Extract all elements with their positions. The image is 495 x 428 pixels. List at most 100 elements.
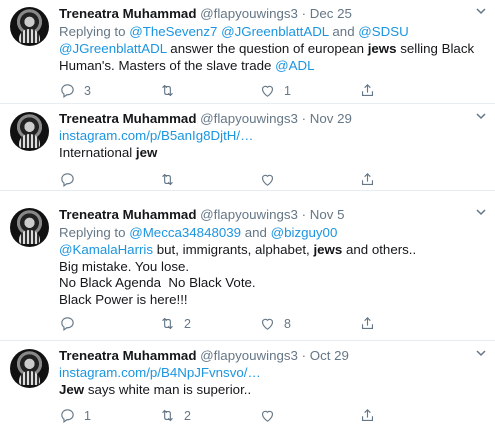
mention-link[interactable]: @KamalaHarris xyxy=(59,242,153,257)
like-button[interactable] xyxy=(259,171,359,188)
reply-icon xyxy=(61,317,74,332)
like-count: 1 xyxy=(284,83,291,98)
user-handle[interactable]: @flapyouwings3 xyxy=(200,111,298,126)
text-line: Black Power is here!!! xyxy=(59,291,188,307)
share-icon xyxy=(361,317,374,330)
separator: · xyxy=(301,6,307,21)
retweet-icon xyxy=(162,409,173,422)
display-name[interactable]: Treneatra Muhammad xyxy=(59,348,196,363)
share-button[interactable] xyxy=(359,315,399,332)
share-icon xyxy=(361,84,374,97)
tweet-actions xyxy=(59,171,419,188)
tweet-content: Treneatra Muhammad @flapyouwings3 · Dec … xyxy=(59,5,487,74)
text-span: and others.. xyxy=(342,242,417,257)
like-button[interactable] xyxy=(259,407,359,424)
display-name[interactable]: Treneatra Muhammad xyxy=(59,6,196,21)
tweet-content: Treneatra Muhammad @flapyouwings3 · Oct … xyxy=(59,347,487,398)
mention-link[interactable]: @ADL xyxy=(275,58,314,73)
separator: · xyxy=(301,111,307,126)
chevron-down-icon[interactable] xyxy=(475,206,487,218)
chevron-down-icon[interactable] xyxy=(475,347,487,359)
tweet[interactable]: Treneatra Muhammad @flapyouwings3 · Nov … xyxy=(0,105,495,191)
user-handle[interactable]: @flapyouwings3 xyxy=(200,207,298,222)
reply-icon xyxy=(61,173,74,188)
highlighted-term: jews xyxy=(313,242,343,257)
highlighted-term: Jew xyxy=(59,381,85,397)
avatar[interactable] xyxy=(10,112,49,151)
tweet-actions: 1 2 xyxy=(59,407,419,424)
tweet[interactable]: Treneatra Muhammad @flapyouwings3 · Nov … xyxy=(0,201,495,341)
mention-link[interactable]: @JGreenblattADL xyxy=(59,41,167,56)
user-handle[interactable]: @flapyouwings3 xyxy=(200,348,298,363)
highlighted-term: jews xyxy=(367,41,397,56)
display-name[interactable]: Treneatra Muhammad xyxy=(59,207,196,222)
external-link[interactable]: instagram.com/p/B5anIg8DjtH/… xyxy=(59,128,253,143)
retweet-button[interactable] xyxy=(159,171,259,188)
chevron-down-icon[interactable] xyxy=(475,5,487,17)
separator: · xyxy=(301,348,307,363)
share-button[interactable] xyxy=(359,407,399,424)
reply-button[interactable] xyxy=(59,315,159,332)
tweet-content: Treneatra Muhammad @flapyouwings3 · Nov … xyxy=(59,206,487,308)
mention-link[interactable]: @Mecca34848039 xyxy=(129,225,241,240)
like-button[interactable]: 1 xyxy=(259,82,359,99)
display-name[interactable]: Treneatra Muhammad xyxy=(59,111,196,126)
text-line: Big mistake. You lose. xyxy=(59,258,190,274)
highlighted-term: jew xyxy=(135,144,158,160)
retweet-count: 2 xyxy=(184,408,191,423)
reply-button[interactable]: 1 xyxy=(59,407,159,424)
retweet-button[interactable] xyxy=(159,82,259,99)
retweet-button[interactable]: 2 xyxy=(159,407,259,424)
reply-count: 1 xyxy=(84,408,91,423)
replying-to-label: Replying to xyxy=(59,225,130,240)
tweet-content: Treneatra Muhammad @flapyouwings3 · Nov … xyxy=(59,110,487,161)
tweet-date[interactable]: Oct 29 xyxy=(310,348,349,363)
external-link[interactable]: instagram.com/p/B4NpJFvnsvo/… xyxy=(59,365,261,380)
avatar[interactable] xyxy=(10,349,49,388)
replying-to-label: Replying to xyxy=(59,24,130,39)
and-text: and xyxy=(328,24,359,39)
share-button[interactable] xyxy=(359,171,399,188)
tweet-header: Treneatra Muhammad @flapyouwings3 · Nov … xyxy=(59,110,487,128)
tweet-text: @KamalaHarris but, immigrants, alphabet,… xyxy=(59,242,487,308)
tweet[interactable]: Treneatra Muhammad @flapyouwings3 · Dec … xyxy=(0,0,495,104)
heart-icon xyxy=(261,318,274,330)
heart-icon xyxy=(261,85,274,97)
text-span: selling Black xyxy=(396,41,475,56)
separator: · xyxy=(301,207,307,222)
avatar[interactable] xyxy=(10,7,49,46)
tweet-header: Treneatra Muhammad @flapyouwings3 · Oct … xyxy=(59,347,487,365)
tweet[interactable]: Treneatra Muhammad @flapyouwings3 · Oct … xyxy=(0,342,495,428)
retweet-count: 2 xyxy=(184,316,191,331)
tweet-date[interactable]: Dec 25 xyxy=(310,6,352,21)
tweet-date[interactable]: Nov 29 xyxy=(310,111,352,126)
reply-icon xyxy=(61,409,74,424)
mention-link[interactable]: @SDSU xyxy=(358,24,408,39)
replying-to: Replying to @TheSevenz7 @JGreenblattADL … xyxy=(59,23,487,41)
retweet-icon xyxy=(162,317,173,330)
mention-link[interactable]: @bizguy00 xyxy=(271,225,338,240)
reply-icon xyxy=(61,84,74,99)
reply-button[interactable]: 3 xyxy=(59,82,159,99)
heart-icon xyxy=(261,174,274,186)
retweet-icon xyxy=(162,84,173,97)
tweet-actions: 2 8 xyxy=(59,315,419,332)
text-span: says white man is superior.. xyxy=(84,381,252,397)
like-button[interactable]: 8 xyxy=(259,315,359,332)
retweet-button[interactable]: 2 xyxy=(159,315,259,332)
share-button[interactable] xyxy=(359,82,399,99)
reply-count: 3 xyxy=(84,83,91,98)
chevron-down-icon[interactable] xyxy=(475,110,487,122)
reply-button[interactable] xyxy=(59,171,159,188)
mention-link[interactable]: @JGreenblattADL xyxy=(221,24,329,39)
mention-link[interactable]: @TheSevenz7 xyxy=(129,24,217,39)
tweet-text: @JGreenblattADL answer the question of e… xyxy=(59,41,487,74)
user-handle[interactable]: @flapyouwings3 xyxy=(200,6,298,21)
avatar[interactable] xyxy=(10,208,49,247)
tweet-date[interactable]: Nov 5 xyxy=(310,207,345,222)
tweet-actions: 3 1 xyxy=(59,82,419,99)
retweet-icon xyxy=(162,173,173,186)
text-span: answer the question of european xyxy=(166,41,368,56)
tweet-feed: Treneatra Muhammad @flapyouwings3 · Dec … xyxy=(0,0,495,428)
replying-to: Replying to @Mecca34848039 and @bizguy00 xyxy=(59,224,487,242)
